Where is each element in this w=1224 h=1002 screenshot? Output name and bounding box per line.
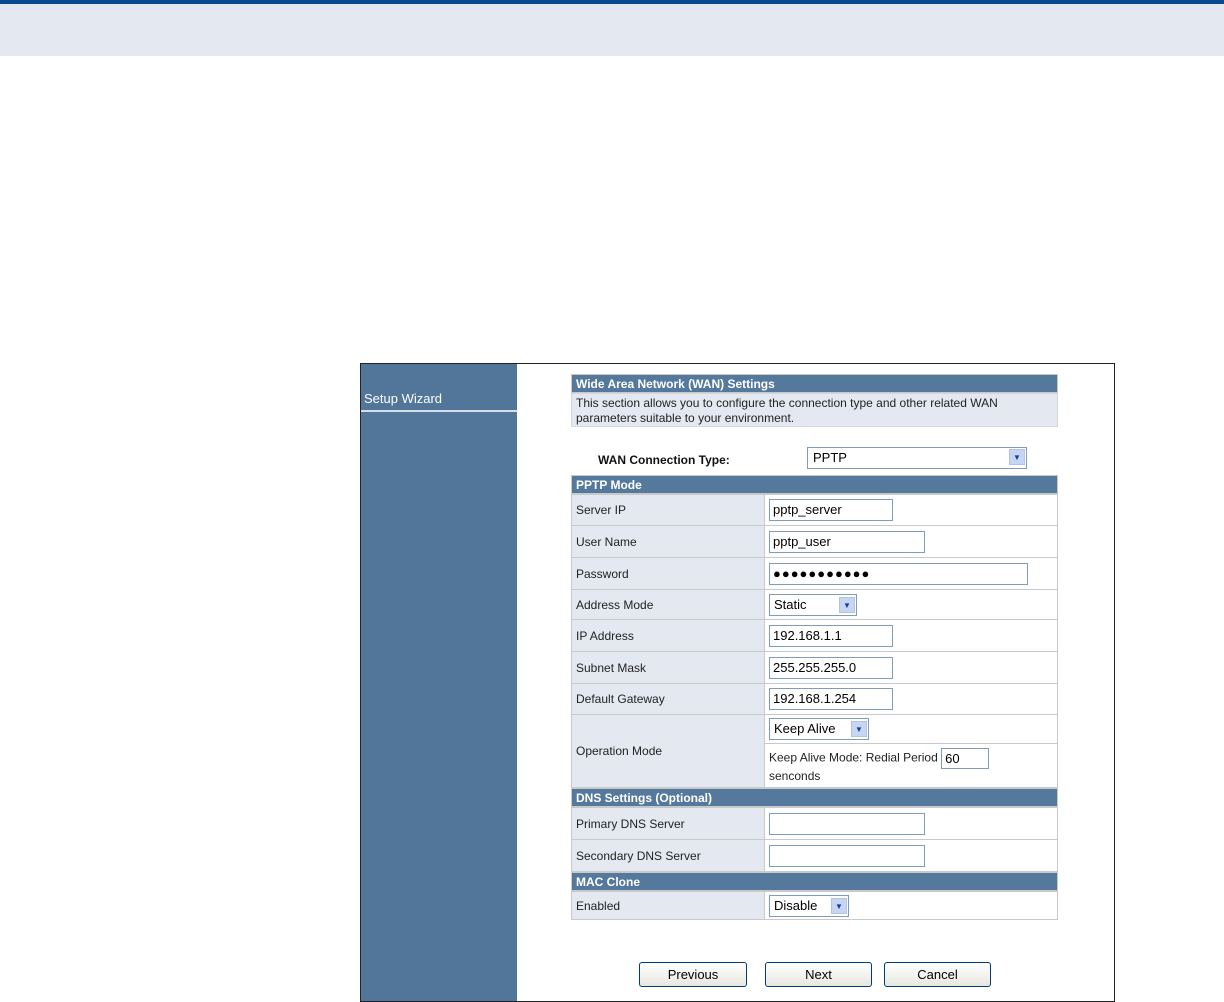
wan-connection-type-label: WAN Connection Type: <box>598 453 730 467</box>
operation-mode-value: Keep Alive <box>774 721 836 736</box>
mac-enabled-select[interactable]: Disable ▼ <box>769 894 849 917</box>
password-input[interactable]: ●●●●●●●●●●● <box>769 562 1028 585</box>
wan-connection-type-row: WAN Connection Type: PPTP ▼ <box>571 427 1058 475</box>
pptp-settings-table: Server IP pptp_server User Name pptp_use… <box>571 494 1058 788</box>
address-mode-row: Address Mode Static ▼ <box>571 589 1058 620</box>
password-row: Password ●●●●●●●●●●● <box>571 557 1058 590</box>
next-button[interactable]: Next <box>765 962 872 987</box>
redial-period-unit: senconds <box>769 769 821 783</box>
server-ip-row: Server IP pptp_server <box>571 494 1058 526</box>
server-ip-input[interactable]: pptp_server <box>769 499 893 521</box>
previous-button[interactable]: Previous <box>639 962 747 987</box>
chevron-down-icon: ▼ <box>831 897 847 914</box>
redial-period-input[interactable]: 60 <box>941 748 990 769</box>
wan-settings-panel: Wide Area Network (WAN) Settings This se… <box>571 374 1058 920</box>
router-config-screenshot: Setup Wizard Wide Area Network (WAN) Set… <box>360 363 1115 1002</box>
ip-address-label: IP Address <box>571 619 765 652</box>
sidebar-item-setup-wizard[interactable]: Setup Wizard <box>361 388 517 412</box>
default-gateway-label: Default Gateway <box>571 683 765 715</box>
mac-enabled-row: Enabled Disable ▼ <box>571 891 1058 920</box>
page-header-band <box>0 4 1224 56</box>
primary-dns-label: Primary DNS Server <box>571 807 765 840</box>
primary-dns-input[interactable] <box>769 812 925 835</box>
secondary-dns-label: Secondary DNS Server <box>571 839 765 872</box>
user-name-input[interactable]: pptp_user <box>769 530 925 553</box>
mac-enabled-label: Enabled <box>571 891 765 920</box>
operation-mode-select[interactable]: Keep Alive ▼ <box>769 718 869 740</box>
cancel-button[interactable]: Cancel <box>884 962 991 987</box>
password-label: Password <box>571 557 765 590</box>
subnet-mask-label: Subnet Mask <box>571 651 765 684</box>
wan-section-title: Wide Area Network (WAN) Settings <box>571 374 1058 393</box>
pptp-section-title: PPTP Mode <box>571 475 1058 494</box>
subnet-mask-row: Subnet Mask 255.255.255.0 <box>571 651 1058 684</box>
wizard-buttons: Previous Next Cancel <box>639 962 999 988</box>
mac-enabled-value: Disable <box>774 897 818 913</box>
operation-mode-label: Operation Mode <box>571 714 765 788</box>
ip-address-row: IP Address 192.168.1.1 <box>571 619 1058 652</box>
default-gateway-row: Default Gateway 192.168.1.254 <box>571 683 1058 715</box>
wan-connection-type-value: PPTP <box>813 450 847 465</box>
ip-address-input[interactable]: 192.168.1.1 <box>769 624 893 647</box>
address-mode-label: Address Mode <box>571 589 765 620</box>
server-ip-label: Server IP <box>571 494 765 526</box>
sidebar: Setup Wizard <box>361 364 517 1001</box>
dns-section-title: DNS Settings (Optional) <box>571 788 1058 807</box>
secondary-dns-row: Secondary DNS Server <box>571 839 1058 872</box>
secondary-dns-input[interactable] <box>769 844 925 867</box>
chevron-down-icon: ▼ <box>839 596 855 613</box>
dns-settings-table: Primary DNS Server Secondary DNS Server <box>571 807 1058 872</box>
wan-connection-type-select[interactable]: PPTP ▼ <box>807 447 1027 469</box>
mac-clone-section-title: MAC Clone <box>571 872 1058 891</box>
keep-alive-text: Keep Alive Mode: Redial Period <box>769 750 938 765</box>
address-mode-value: Static <box>774 596 807 612</box>
chevron-down-icon: ▼ <box>851 721 867 737</box>
user-name-label: User Name <box>571 525 765 558</box>
user-name-row: User Name pptp_user <box>571 525 1058 558</box>
operation-mode-row: Operation Mode Keep Alive ▼ <box>571 714 1058 788</box>
primary-dns-row: Primary DNS Server <box>571 807 1058 840</box>
address-mode-select[interactable]: Static ▼ <box>769 593 857 616</box>
subnet-mask-input[interactable]: 255.255.255.0 <box>769 656 893 679</box>
default-gateway-input[interactable]: 192.168.1.254 <box>769 688 893 710</box>
chevron-down-icon: ▼ <box>1009 449 1025 465</box>
wan-section-description: This section allows you to configure the… <box>571 393 1058 427</box>
mac-clone-table: Enabled Disable ▼ <box>571 891 1058 920</box>
